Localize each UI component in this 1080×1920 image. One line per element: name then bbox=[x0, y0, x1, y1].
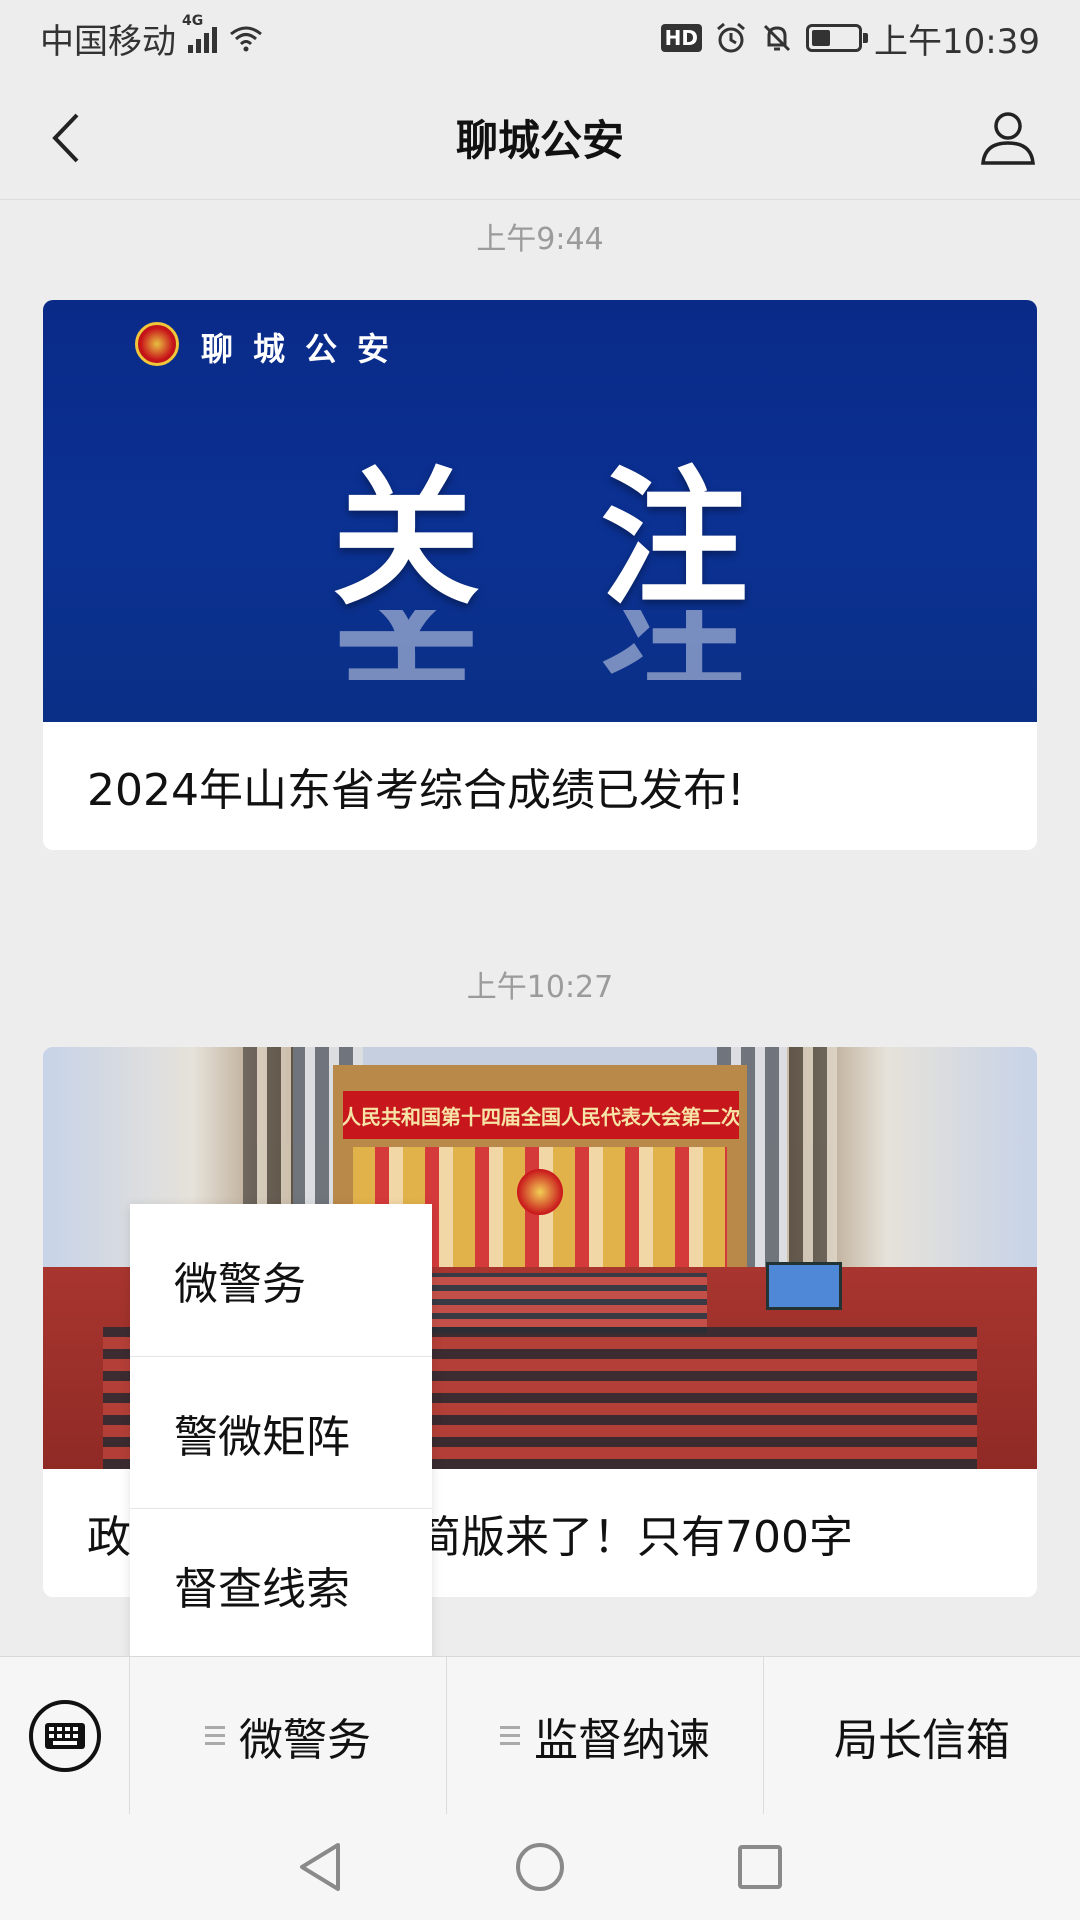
mute-bell-icon bbox=[763, 24, 791, 52]
message-timestamp: 上午10:27 bbox=[466, 970, 614, 1005]
hall-screen bbox=[766, 1262, 842, 1310]
status-right: HD 上午10:39 bbox=[660, 14, 1040, 63]
police-emblem-icon bbox=[135, 322, 179, 366]
menu-button-label: 局长信箱 bbox=[834, 1714, 1010, 1766]
wifi-icon bbox=[230, 26, 262, 52]
signal-icon: 4G bbox=[182, 13, 217, 53]
national-emblem-icon bbox=[517, 1169, 563, 1215]
article-title-prefix: 政 bbox=[87, 1512, 131, 1563]
user-icon bbox=[981, 112, 1035, 165]
page-title: 聊城公安 bbox=[455, 116, 624, 165]
header-bar: 聊城公安 bbox=[0, 76, 1080, 200]
menu-lines-icon bbox=[205, 1726, 225, 1745]
status-bar: 中国移动 4G HD 上午10:39 bbox=[0, 0, 1080, 76]
hd-badge: HD bbox=[660, 24, 703, 52]
circle-home-icon[interactable] bbox=[514, 1841, 566, 1893]
menu-button-juzhang-xinxiang[interactable]: 局长信箱 bbox=[763, 1657, 1080, 1814]
menu-button-label: 监督纳谏 bbox=[534, 1714, 710, 1766]
chevron-left-icon bbox=[52, 113, 79, 163]
submenu-item-jingwei-matrix[interactable]: 警微矩阵 bbox=[130, 1356, 432, 1508]
article-title-suffix: 简版来了！只有700字 bbox=[417, 1512, 853, 1563]
bottom-menu-bar: 微警务 监督纳谏 局长信箱 bbox=[0, 1656, 1080, 1815]
carrier-name: 中国移动 bbox=[40, 21, 176, 62]
back-button[interactable] bbox=[36, 106, 96, 170]
status-left: 中国移动 4G bbox=[40, 13, 263, 63]
menu-button-label: 微警务 bbox=[239, 1714, 371, 1766]
article-card[interactable]: 聊城公安 关注 关注 2024年山东省考综合成绩已发布! bbox=[43, 300, 1037, 850]
cover-brand-text: 聊城公安 bbox=[201, 330, 410, 368]
message-timestamp: 上午9:44 bbox=[476, 222, 604, 257]
battery-icon bbox=[806, 24, 869, 52]
profile-button[interactable] bbox=[972, 106, 1044, 170]
menu-button-wei-jingwu[interactable]: 微警务 bbox=[130, 1657, 446, 1814]
submenu-item-wei-jingwu[interactable]: 微警务 bbox=[130, 1204, 432, 1356]
menu-lines-icon bbox=[500, 1726, 520, 1745]
hall-banner: 中华人民共和国第十四届全国人民代表大会第二次会议 bbox=[343, 1091, 739, 1139]
network-type-label: 4G bbox=[182, 13, 204, 29]
cover-headline-reflection: 关注 bbox=[43, 610, 1037, 680]
triangle-back-icon[interactable] bbox=[296, 1841, 344, 1893]
article-title[interactable]: 2024年山东省考综合成绩已发布! bbox=[43, 722, 1037, 850]
submenu-item-ducha-xiansuo[interactable]: 督查线索 bbox=[130, 1508, 432, 1660]
keyboard-icon bbox=[28, 1699, 101, 1772]
clock: 上午10:39 bbox=[874, 21, 1040, 62]
square-recent-icon[interactable] bbox=[736, 1843, 784, 1891]
article-cover-image[interactable]: 聊城公安 关注 关注 bbox=[43, 300, 1037, 722]
alarm-icon bbox=[717, 22, 745, 53]
system-navigation-bar bbox=[0, 1814, 1080, 1920]
cover-headline: 关注 bbox=[332, 453, 868, 625]
keyboard-toggle-button[interactable] bbox=[0, 1656, 130, 1815]
submenu-popup: 微警务 警微矩阵 督查线索 bbox=[130, 1204, 432, 1660]
battery-level bbox=[812, 30, 831, 46]
menu-button-jiandu-najian[interactable]: 监督纳谏 bbox=[446, 1657, 763, 1814]
